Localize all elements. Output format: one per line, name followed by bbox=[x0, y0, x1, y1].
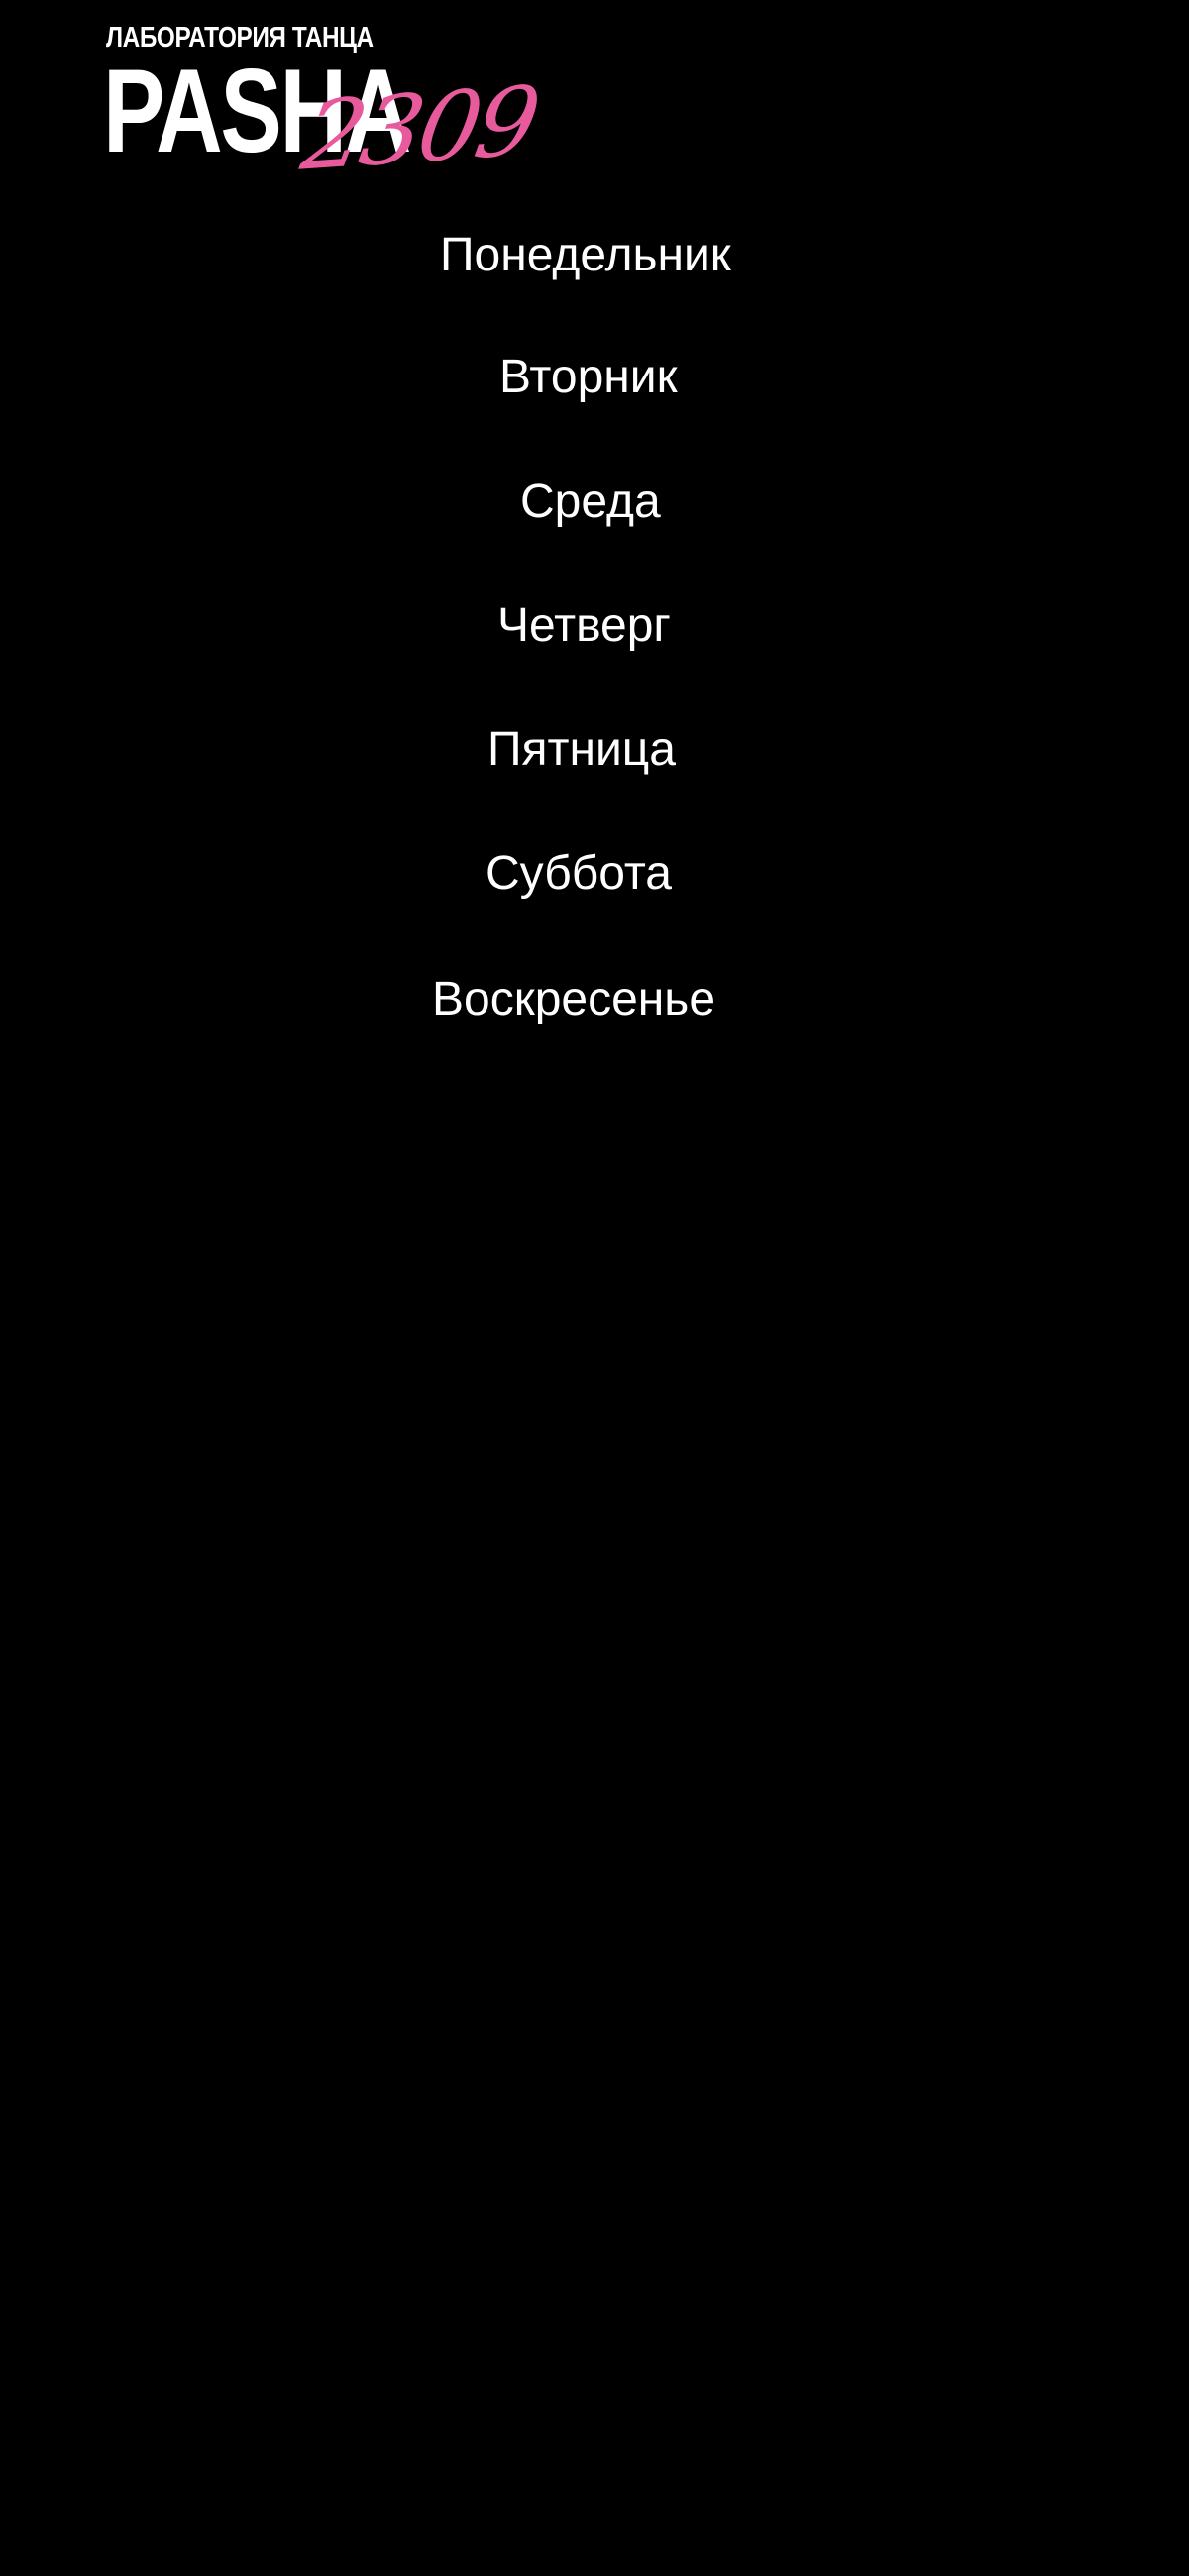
day-link-tuesday[interactable]: Вторник bbox=[499, 354, 678, 401]
weekday-menu: Понедельник Вторник Среда Четверг Пятниц… bbox=[0, 0, 1189, 1090]
day-link-sunday[interactable]: Воскресенье bbox=[432, 976, 715, 1023]
day-link-monday[interactable]: Понедельник bbox=[440, 232, 731, 279]
day-link-wednesday[interactable]: Среда bbox=[520, 479, 661, 526]
day-link-thursday[interactable]: Четверг bbox=[497, 602, 671, 650]
day-link-friday[interactable]: Пятница bbox=[487, 726, 676, 774]
day-link-saturday[interactable]: Суббота bbox=[486, 850, 672, 898]
